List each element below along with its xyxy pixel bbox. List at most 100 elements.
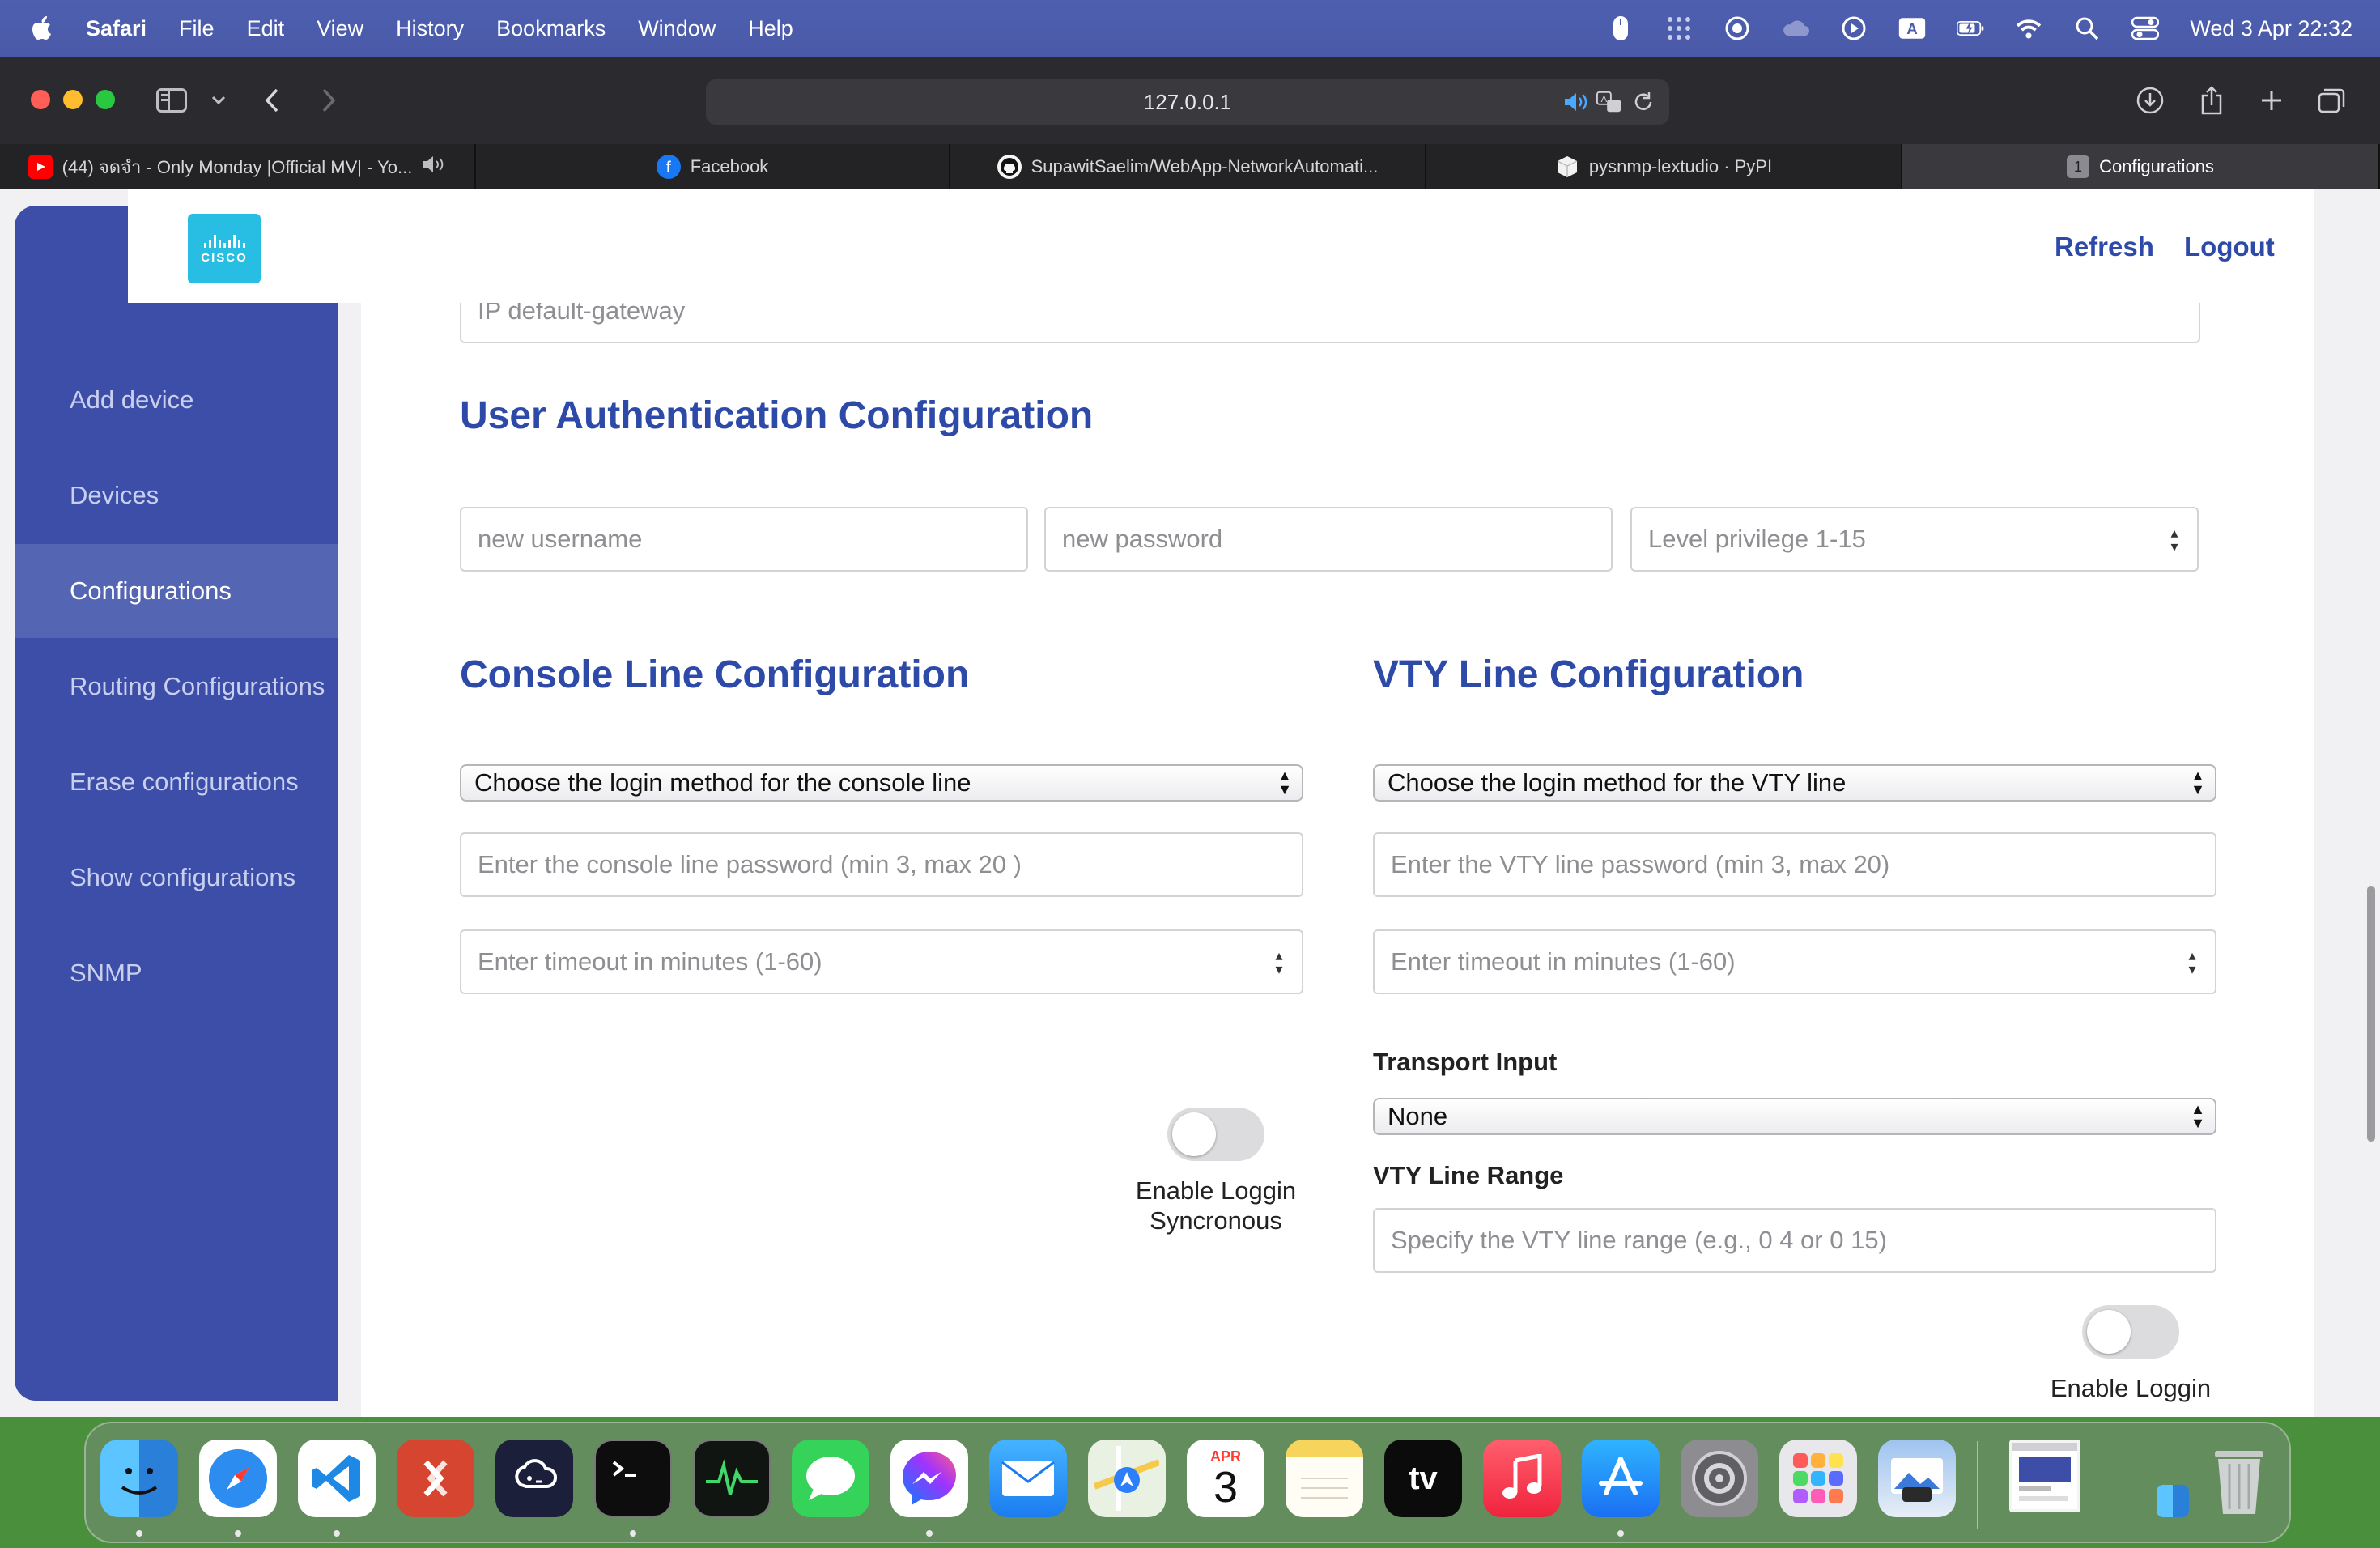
tab-pypi[interactable]: pysnmp-lextudio · PyPI [1426,144,1902,189]
console-logging-sync-toggle[interactable] [1167,1108,1264,1161]
back-icon[interactable] [256,86,288,115]
sidebar-item-configurations[interactable]: Configurations [15,544,338,638]
search-icon[interactable] [2073,15,2101,42]
notes-icon[interactable] [1286,1440,1363,1517]
mouse-icon[interactable] [1607,15,1634,42]
new-tab-icon[interactable] [2255,86,2288,115]
stepper-icon[interactable]: ▴ ▾ [2184,948,2200,978]
apple-menu-icon[interactable] [31,15,55,42]
logout-link[interactable]: Logout [2184,232,2275,262]
trash-icon[interactable] [2200,1440,2278,1517]
scrollbar[interactable] [2367,886,2375,1142]
chatgpt-icon[interactable] [495,1440,573,1517]
tab-overview-icon[interactable] [2315,86,2348,115]
menu-app-safari[interactable]: Safari [86,16,147,41]
calendar-icon[interactable]: APR 3 [1187,1440,1264,1517]
zoom-window-button[interactable] [96,90,115,109]
speaker-icon[interactable] [422,155,446,178]
sidebar-item-show-configurations[interactable]: Show configurations [15,831,338,925]
menu-window[interactable]: Window [638,16,716,41]
vty-logging-sync-toggle[interactable] [2082,1305,2179,1359]
tab-github[interactable]: SupawitSaelim/WebApp-NetworkAutomati... [950,144,1426,189]
chevron-down-icon[interactable] [202,86,235,115]
toggle-knob [2087,1310,2131,1354]
menu-clock[interactable]: Wed 3 Apr 22:32 [2190,16,2352,41]
cisco-logo[interactable]: CISCO [188,214,261,283]
menu-file[interactable]: File [179,16,215,41]
speaker-icon[interactable] [1562,89,1588,115]
preview-icon[interactable] [1878,1440,1956,1517]
wifi-icon[interactable] [2015,15,2042,42]
play-icon[interactable] [1840,15,1868,42]
minimized-window-icon[interactable] [2009,1440,2080,1512]
close-window-button[interactable] [31,90,50,109]
password-input[interactable]: new password [1044,507,1613,572]
console-password-input[interactable]: Enter the console line password (min 3, … [460,832,1303,897]
tab-facebook[interactable]: f Facebook [476,144,950,189]
dock: APR 3 tv [84,1422,2291,1543]
running-indicator [630,1530,636,1537]
minimize-window-button[interactable] [63,90,83,109]
sidebar-item-erase-configurations[interactable]: Erase configurations [15,735,338,829]
menu-history[interactable]: History [396,16,464,41]
facebook-icon: f [656,155,681,179]
mail-icon[interactable] [989,1440,1067,1517]
tab-facebook-title: Facebook [690,156,769,176]
tab-youtube[interactable]: (44) จดจำ - Only Monday |Official MV| - … [0,144,476,189]
messages-icon[interactable] [792,1440,869,1517]
sidebar-item-label: Routing Configurations [70,672,325,700]
downloads-icon[interactable] [2134,86,2166,115]
vty-logging-sync-label: Enable Loggin [2050,1374,2212,1402]
sidebar-item-routing-configurations[interactable]: Routing Configurations [15,640,338,734]
refresh-link[interactable]: Refresh [2055,232,2154,262]
vscode-icon[interactable] [298,1440,376,1517]
keyboard-a-icon[interactable]: A [1898,15,1926,42]
privilege-level-input[interactable]: Level privilege 1-15 ▴ ▾ [1630,507,2199,572]
app-store-icon[interactable] [1582,1440,1660,1517]
system-settings-icon[interactable] [1681,1440,1758,1517]
finder-icon[interactable] [100,1440,178,1517]
cloud-icon[interactable] [1782,15,1810,42]
sidebar-toggle-icon[interactable] [155,86,188,115]
vty-timeout-input[interactable]: Enter timeout in minutes (1-60) ▴ ▾ [1373,929,2216,994]
vty-login-method-select[interactable]: Choose the login method for the VTY line… [1373,764,2216,802]
share-icon[interactable] [2195,86,2228,115]
grid-dots-icon[interactable] [1665,15,1693,42]
sidebar-item-devices[interactable]: Devices [15,449,338,542]
sidebar-item-snmp[interactable]: SNMP [15,926,338,1020]
vty-password-input[interactable]: Enter the VTY line password (min 3, max … [1373,832,2216,897]
activity-monitor-icon[interactable] [693,1440,771,1517]
transport-input-select[interactable]: None ▲ ▼ [1373,1098,2216,1135]
translate-icon[interactable]: A [1596,89,1622,115]
stepper-icon[interactable]: ▴ ▾ [1271,948,1287,978]
menu-help[interactable]: Help [748,16,793,41]
menu-view[interactable]: View [317,16,363,41]
vty-line-range-input[interactable]: Specify the VTY line range (e.g., 0 4 or… [1373,1208,2216,1273]
music-icon[interactable] [1483,1440,1561,1517]
record-icon[interactable] [1723,15,1751,42]
reload-icon[interactable] [1630,89,1656,115]
console-timeout-input[interactable]: Enter timeout in minutes (1-60) ▴ ▾ [460,929,1303,994]
url-text[interactable]: 127.0.0.1 [1144,90,1231,115]
forward-icon[interactable] [312,86,345,115]
menu-bookmarks[interactable]: Bookmarks [496,16,606,41]
pypi-icon [1555,155,1579,179]
apple-tv-icon[interactable]: tv [1384,1440,1462,1517]
control-center-icon[interactable] [2131,15,2160,42]
username-input[interactable]: new username [460,507,1028,572]
tab-count-icon: 1 [2067,155,2090,178]
address-bar[interactable]: 127.0.0.1 A [706,79,1669,125]
stepper-icon[interactable]: ▴ ▾ [2166,525,2182,555]
remote-desktop-icon[interactable] [397,1440,474,1517]
messenger-icon[interactable] [890,1440,968,1517]
terminal-icon[interactable] [594,1440,672,1517]
battery-icon[interactable] [1957,15,1984,42]
running-indicator [235,1530,241,1537]
console-login-method-select[interactable]: Choose the login method for the console … [460,764,1303,802]
launchpad-icon[interactable] [1779,1440,1857,1517]
sidebar-item-add-device[interactable]: Add device [15,353,338,447]
tab-configurations[interactable]: 1 Configurations [1902,144,2380,189]
menu-edit[interactable]: Edit [247,16,285,41]
maps-icon[interactable] [1088,1440,1166,1517]
safari-icon[interactable] [199,1440,277,1517]
